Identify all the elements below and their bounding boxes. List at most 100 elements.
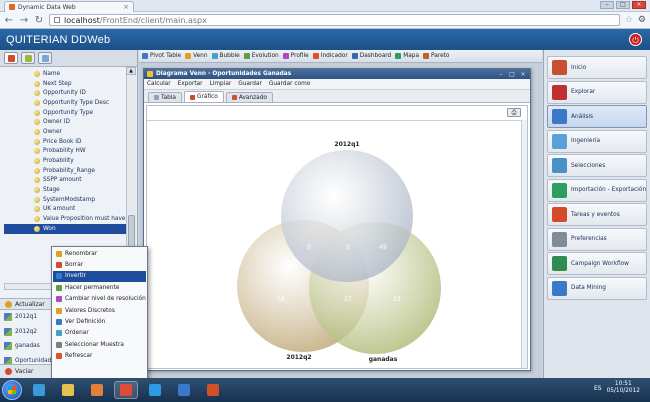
- context-menu-item[interactable]: Refrescar: [53, 351, 146, 362]
- nav-item-1[interactable]: Explorar: [547, 80, 647, 104]
- url-input[interactable]: localhost/FrontEnd/client/main.aspx: [49, 14, 620, 26]
- field-item[interactable]: Opportunity Type: [4, 108, 126, 118]
- toolbar-button[interactable]: Mapa: [395, 53, 419, 59]
- explore-icon: [552, 84, 567, 100]
- context-menu-item[interactable]: Ordenar: [53, 328, 146, 339]
- sets-tab[interactable]: [21, 52, 35, 64]
- tab-2[interactable]: Avanzado: [225, 92, 273, 102]
- bookmark-star-icon[interactable]: ☆: [625, 15, 633, 25]
- taskbar-app[interactable]: [27, 381, 51, 399]
- field-item[interactable]: Next Step: [4, 79, 126, 89]
- toolbar-button[interactable]: Profile: [282, 53, 309, 59]
- toolbar-button[interactable]: Pareto: [423, 53, 449, 59]
- chart-scrollbar[interactable]: [521, 120, 527, 368]
- tab-1[interactable]: Gráfico: [183, 91, 224, 102]
- menu-item[interactable]: Guardar: [238, 81, 262, 87]
- context-menu-item[interactable]: Invertir: [53, 270, 146, 283]
- field-item[interactable]: SystemModstamp: [4, 195, 126, 205]
- field-label: Price Book ID: [43, 138, 82, 145]
- close-window-button[interactable]: ×: [632, 1, 646, 9]
- field-item[interactable]: Price Book ID: [4, 137, 126, 147]
- language-indicator[interactable]: ES: [594, 385, 602, 392]
- venn-circle-2012q1[interactable]: [281, 150, 413, 282]
- close-tab-icon[interactable]: ×: [123, 3, 129, 11]
- context-menu-item[interactable]: Ver Definición: [53, 316, 146, 327]
- field-item[interactable]: Stage: [4, 185, 126, 195]
- venn-window: Diagrama Venn - Oportunidades Ganadas – …: [143, 68, 531, 371]
- start-button[interactable]: [2, 380, 22, 400]
- scroll-up-button[interactable]: ▲: [126, 67, 136, 75]
- menu-item[interactable]: Limpiar: [210, 81, 232, 87]
- minimize-button[interactable]: –: [600, 1, 614, 9]
- venn-chart-panel: ⎙ 2012q1 2012q2 ganadas 17 58 13 0 49 27 0: [146, 105, 528, 369]
- venn-window-titlebar[interactable]: Diagrama Venn - Oportunidades Ganadas – …: [144, 69, 530, 79]
- toolbar-button[interactable]: Venn: [185, 53, 208, 59]
- toolbar-button[interactable]: Dashboard: [351, 53, 391, 59]
- field-icon: [34, 158, 40, 165]
- field-item[interactable]: SSPP amount: [4, 176, 126, 186]
- reload-icon[interactable]: ↻: [34, 15, 44, 26]
- toolbar-button[interactable]: Evolution: [243, 53, 279, 59]
- minimize-icon[interactable]: –: [497, 71, 505, 78]
- toolbar-button[interactable]: Bubble: [211, 53, 240, 59]
- clock[interactable]: 10:51 05/10/2012: [607, 381, 640, 395]
- context-menu-item[interactable]: Hacer permanente: [53, 282, 146, 293]
- fields-tab[interactable]: [4, 52, 18, 64]
- field-item[interactable]: Owner: [4, 127, 126, 137]
- folder-tab[interactable]: [38, 52, 52, 64]
- tab-0[interactable]: Tabla: [148, 92, 182, 102]
- field-item[interactable]: UK amount: [4, 205, 126, 215]
- nav-item-label: Tareas y eventos: [571, 211, 620, 218]
- context-menu-item[interactable]: Borrar: [53, 259, 146, 270]
- nav-item-7[interactable]: Preferencias: [547, 227, 647, 251]
- field-item[interactable]: Name: [4, 69, 126, 79]
- field-item[interactable]: Probability HW: [4, 147, 126, 157]
- context-menu-item[interactable]: Valores Discretos: [53, 305, 146, 316]
- maximize-icon[interactable]: □: [508, 71, 516, 78]
- back-arrow-icon[interactable]: ←: [4, 15, 14, 26]
- toolbar-button[interactable]: Indicador: [312, 53, 348, 59]
- browser-tab[interactable]: Dynamic Data Web ×: [4, 1, 134, 12]
- print-button[interactable]: ⎙: [507, 108, 521, 117]
- menu-item[interactable]: Calcular: [147, 81, 171, 87]
- nav-item-9[interactable]: Data Mining: [547, 276, 647, 300]
- menu-item[interactable]: Exportar: [178, 81, 203, 87]
- menu-item[interactable]: Guardar como: [269, 81, 310, 87]
- forward-arrow-icon[interactable]: →: [19, 15, 29, 26]
- right-navigation: Inicio Explorar Análisis Ingeniería Seleccio…: [543, 50, 650, 378]
- taskbar-app[interactable]: [143, 381, 167, 399]
- taskbar-app[interactable]: [114, 381, 138, 399]
- page-icon: [54, 17, 60, 23]
- maximize-button[interactable]: □: [616, 1, 630, 9]
- taskbar-app[interactable]: [201, 381, 225, 399]
- field-item[interactable]: Opportunity ID: [4, 88, 126, 98]
- nav-item-0[interactable]: Inicio: [547, 56, 647, 79]
- context-menu-item[interactable]: Renombrar: [53, 248, 146, 259]
- field-item[interactable]: Probability_Range: [4, 166, 126, 176]
- close-icon[interactable]: ×: [519, 71, 527, 78]
- taskbar-app[interactable]: [172, 381, 196, 399]
- context-menu-icon: [56, 262, 62, 269]
- taskbar-app[interactable]: [85, 381, 109, 399]
- nav-item-5[interactable]: Importación - Exportación: [547, 178, 647, 202]
- nav-item-4[interactable]: Selecciones: [547, 154, 647, 177]
- field-item[interactable]: Opportunity Type Desc: [4, 98, 126, 108]
- taskbar-app[interactable]: [56, 381, 80, 399]
- field-item[interactable]: Won: [4, 224, 126, 234]
- nav-item-3[interactable]: Ingeniería: [547, 129, 647, 153]
- field-item[interactable]: Value Proposition must have: [4, 214, 126, 224]
- field-item[interactable]: Owner ID: [4, 117, 126, 127]
- nav-item-2[interactable]: Análisis: [547, 105, 647, 128]
- nav-item-6[interactable]: Tareas y eventos: [547, 203, 647, 226]
- venn-chart-area: 2012q1 2012q2 ganadas 17 58 13 0 49 27 0: [147, 120, 527, 368]
- nav-item-8[interactable]: Campaign Workflow: [547, 252, 647, 275]
- power-icon[interactable]: ⏻: [629, 33, 642, 46]
- analysis-toolbar: Pivot Table Venn Bubble Evolution Profile Ind…: [139, 50, 542, 63]
- context-menu-label: Seleccionar Muestra: [65, 341, 124, 348]
- toolbar-button-label: Indicador: [320, 53, 348, 59]
- toolbar-button[interactable]: Pivot Table: [142, 53, 181, 59]
- context-menu-item[interactable]: Cambiar nivel de resolución: [53, 294, 146, 305]
- wrench-icon[interactable]: ⚙: [638, 15, 646, 25]
- context-menu-item[interactable]: Seleccionar Muestra: [53, 339, 146, 350]
- field-item[interactable]: Probability: [4, 156, 126, 166]
